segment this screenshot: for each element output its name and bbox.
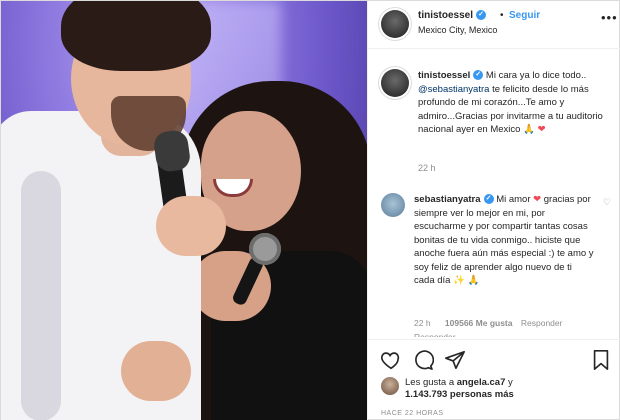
heart-icon[interactable]	[380, 349, 402, 371]
post-header: tinistoessel ✓ • Seguir Mexico City, Mexi…	[368, 1, 620, 49]
share-icon[interactable]	[444, 349, 466, 371]
view-replies-link[interactable]: Responder	[414, 332, 456, 337]
comment-text: sebastianyatra ✓ Mi amor ❤ gracias por si…	[414, 193, 594, 288]
likes-text: Les gusta a angela.ca7 y 1.143.793 perso…	[405, 377, 514, 401]
caption-timestamp[interactable]: 22 h	[418, 163, 436, 173]
reply-button[interactable]: Responder	[521, 318, 563, 328]
username-link[interactable]: tinistoessel	[418, 10, 473, 21]
avatar[interactable]	[381, 193, 405, 217]
sparkle-pray-emoji: ✨ 🙏	[453, 275, 480, 286]
likes-conj: y	[508, 377, 513, 388]
bookmark-icon[interactable]	[590, 349, 612, 371]
caption-text-1: Mi cara ya lo dice todo..	[485, 70, 587, 81]
heart-emoji: ❤	[537, 124, 546, 135]
follow-button[interactable]: Seguir	[509, 10, 540, 21]
post-side-panel: tinistoessel ✓ • Seguir Mexico City, Mexi…	[367, 1, 620, 420]
avatar[interactable]	[381, 10, 409, 38]
comment-text-1: Mi amor	[496, 194, 531, 205]
caption-username[interactable]: tinistoessel	[418, 70, 470, 81]
comment-username[interactable]: sebastianyatra	[414, 194, 481, 205]
comment-text-2: gracias por siempre ver lo mejor en mi, …	[414, 194, 594, 286]
shirt-shadow	[21, 171, 61, 420]
verified-badge-icon: ✓	[483, 194, 494, 205]
comment-meta: 22 h 109566 Me gusta Responder	[414, 318, 562, 328]
comment-timestamp[interactable]: 22 h	[414, 318, 431, 328]
verified-badge-icon: ✓	[473, 70, 484, 81]
instagram-post: tinistoessel ✓ • Seguir Mexico City, Mexi…	[0, 0, 620, 420]
comment-icon[interactable]	[412, 349, 435, 371]
action-bar	[368, 339, 620, 379]
likes-suffix[interactable]: personas más	[450, 389, 514, 400]
microphone-icon	[249, 233, 281, 265]
man-hair	[61, 1, 211, 71]
separator: •	[500, 10, 504, 21]
liker-username[interactable]: angela.ca7	[457, 377, 506, 388]
caption-text: tinistoessel ✓ Mi cara ya lo dice todo.. …	[418, 69, 616, 137]
verified-badge-icon: ✓	[476, 10, 487, 21]
pray-emoji: 🙏	[523, 124, 535, 135]
mention-link[interactable]: @sebastianyatra	[418, 84, 489, 95]
man-hand	[121, 341, 191, 401]
header-username[interactable]: tinistoessel ✓	[418, 10, 487, 21]
likes-count[interactable]: 1.143.793	[405, 389, 447, 400]
post-photo[interactable]	[1, 1, 367, 420]
comment-likes-count[interactable]: 109566 Me gusta	[445, 318, 513, 328]
likes-prefix: Les gusta a	[405, 377, 455, 388]
heart-emoji: ❤	[533, 194, 542, 205]
ellipsis-icon[interactable]: •••	[601, 10, 618, 25]
avatar[interactable]	[381, 69, 409, 97]
avatar[interactable]	[381, 377, 399, 395]
post-timestamp[interactable]: HACE 22 HORAS	[381, 410, 444, 417]
location-link[interactable]: Mexico City, Mexico	[418, 25, 497, 35]
man-hand	[156, 196, 226, 256]
comment-like-heart-icon[interactable]: ♡	[603, 197, 611, 208]
